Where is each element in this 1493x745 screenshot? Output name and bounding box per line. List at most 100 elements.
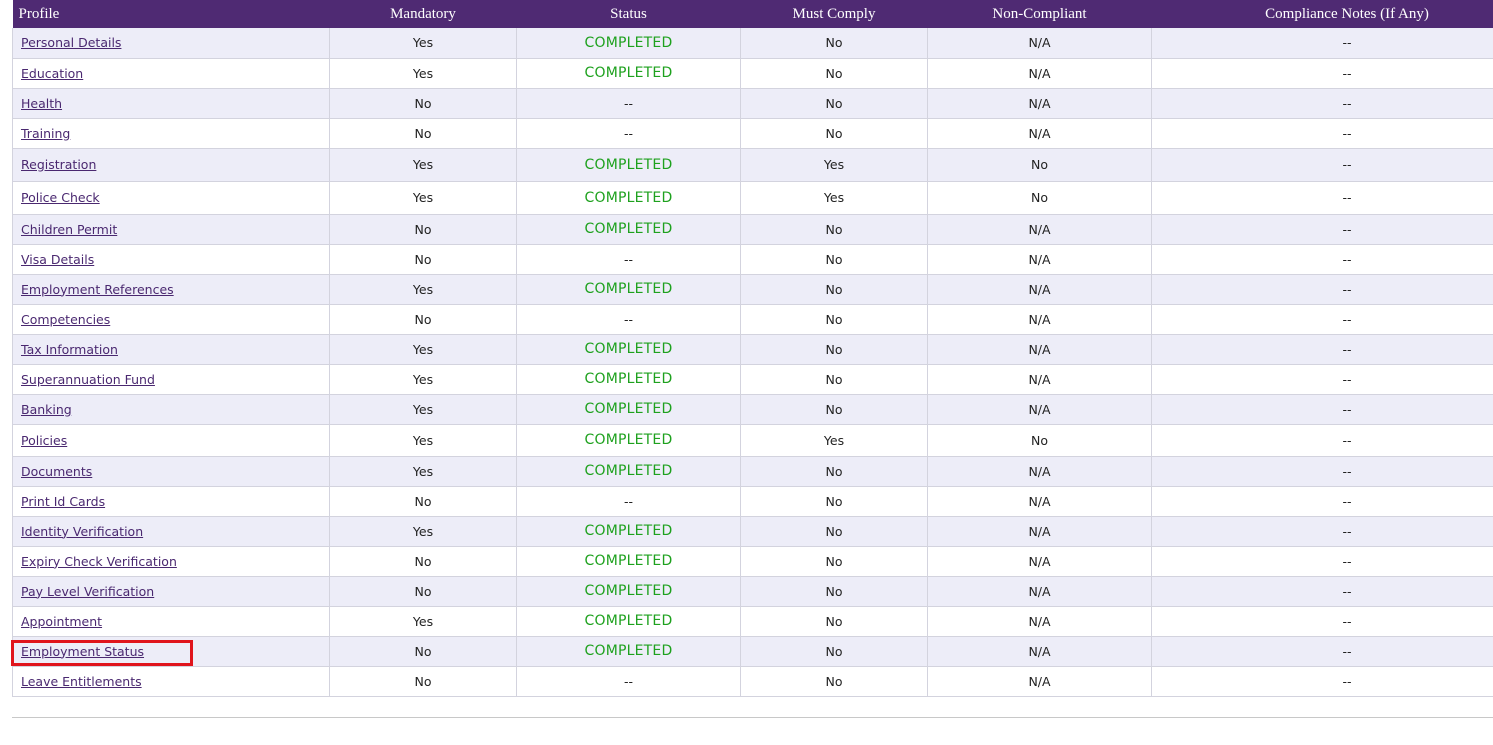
profile-link[interactable]: Tax Information [21, 342, 118, 357]
table-row: Visa Details No -- No N/A -- [12, 244, 1493, 275]
profile-link[interactable]: Documents [21, 464, 92, 479]
cell-must-comply: No [740, 636, 928, 667]
profile-link[interactable]: Employment References [21, 282, 174, 297]
header-non-compliant[interactable]: Non-Compliant [927, 0, 1152, 28]
cell-must-comply: No [740, 456, 928, 487]
cell-must-comply-value: No [825, 673, 843, 689]
profile-link[interactable]: Banking [21, 402, 72, 417]
cell-must-comply-value: No [825, 251, 843, 267]
cell-non-compliant: No [927, 424, 1152, 457]
profile-link[interactable]: Print Id Cards [21, 494, 105, 509]
cell-profile: Pay Level Verification [12, 576, 330, 607]
cell-compliance-notes: -- [1151, 666, 1493, 697]
cell-must-comply: No [740, 28, 928, 59]
profile-link[interactable]: Policies [21, 433, 67, 448]
cell-must-comply-value: No [825, 401, 843, 417]
cell-non-compliant: N/A [927, 304, 1152, 335]
table-row: Pay Level Verification No COMPLETED No N/A -- [12, 576, 1493, 607]
cell-profile: Banking [12, 394, 330, 425]
cell-compliance-notes-value: -- [1342, 221, 1352, 237]
profile-link[interactable]: Personal Details [21, 35, 121, 50]
profile-link[interactable]: Visa Details [21, 252, 94, 267]
cell-mandatory: Yes [329, 274, 517, 305]
cell-non-compliant: N/A [927, 666, 1152, 697]
profile-link[interactable]: Health [21, 96, 62, 111]
cell-status: COMPLETED [516, 576, 741, 607]
compliance-page: Profile Mandatory Status Must Comply Non… [0, 0, 1493, 745]
profile-link[interactable]: Registration [21, 157, 96, 172]
cell-compliance-notes-value: -- [1342, 613, 1352, 629]
cell-compliance-notes-value: -- [1342, 95, 1352, 111]
cell-compliance-notes: -- [1151, 606, 1493, 637]
cell-mandatory: Yes [329, 424, 517, 457]
cell-non-compliant: N/A [927, 118, 1152, 149]
cell-compliance-notes-value: -- [1342, 157, 1352, 172]
profile-link[interactable]: Appointment [21, 614, 102, 629]
cell-compliance-notes-value: -- [1342, 553, 1352, 569]
cell-non-compliant-value: N/A [1028, 281, 1051, 297]
cell-must-comply-value: No [825, 125, 843, 141]
cell-must-comply: No [740, 576, 928, 607]
table-row: Tax Information Yes COMPLETED No N/A -- [12, 334, 1493, 365]
divider [12, 717, 1493, 718]
profile-link[interactable]: Employment Status [21, 644, 144, 659]
cell-must-comply-value: No [825, 281, 843, 297]
cell-must-comply-value: No [825, 463, 843, 479]
profile-link[interactable]: Training [21, 126, 70, 141]
cell-status-value: COMPLETED [584, 463, 673, 479]
cell-must-comply: Yes [740, 424, 928, 457]
cell-compliance-notes-value: -- [1342, 432, 1352, 448]
cell-mandatory: Yes [329, 606, 517, 637]
cell-non-compliant-value: No [1031, 432, 1048, 448]
header-status[interactable]: Status [516, 0, 741, 28]
cell-must-comply: Yes [740, 148, 928, 182]
cell-status-value: -- [623, 95, 634, 111]
cell-compliance-notes: -- [1151, 304, 1493, 335]
cell-compliance-notes: -- [1151, 214, 1493, 245]
cell-must-comply-value: No [825, 371, 843, 387]
profile-link[interactable]: Police Check [21, 190, 100, 205]
profile-link[interactable]: Education [21, 66, 83, 81]
table-row: Health No -- No N/A -- [12, 88, 1493, 119]
cell-non-compliant: N/A [927, 576, 1152, 607]
profile-link[interactable]: Expiry Check Verification [21, 554, 177, 569]
cell-status-value: COMPLETED [584, 643, 673, 659]
cell-non-compliant-value: N/A [1028, 553, 1051, 569]
cell-mandatory-value: Yes [412, 157, 434, 172]
profile-link[interactable]: Pay Level Verification [21, 584, 154, 599]
cell-compliance-notes: -- [1151, 148, 1493, 182]
cell-compliance-notes-value: -- [1342, 125, 1352, 141]
cell-must-comply-value: No [825, 523, 843, 539]
cell-status-value: -- [623, 251, 634, 267]
cell-mandatory-value: Yes [412, 341, 434, 357]
profile-link[interactable]: Competencies [21, 312, 110, 327]
cell-non-compliant: N/A [927, 394, 1152, 425]
profile-link[interactable]: Identity Verification [21, 524, 143, 539]
header-must-comply[interactable]: Must Comply [740, 0, 928, 28]
table-row: Personal Details Yes COMPLETED No N/A -- [12, 28, 1493, 59]
cell-mandatory: No [329, 118, 517, 149]
profile-link[interactable]: Leave Entitlements [21, 674, 142, 689]
profile-link[interactable]: Children Permit [21, 222, 117, 237]
cell-status-value: -- [623, 311, 634, 327]
header-compliance-notes[interactable]: Compliance Notes (If Any) [1151, 0, 1493, 28]
cell-must-comply: No [740, 274, 928, 305]
cell-mandatory-value: No [414, 553, 432, 569]
profile-link[interactable]: Superannuation Fund [21, 372, 155, 387]
cell-profile: Personal Details [12, 28, 330, 59]
cell-non-compliant-value: N/A [1028, 613, 1051, 629]
cell-status: COMPLETED [516, 636, 741, 667]
cell-non-compliant: N/A [927, 606, 1152, 637]
cell-status: COMPLETED [516, 394, 741, 425]
header-profile[interactable]: Profile [12, 0, 330, 28]
header-mandatory[interactable]: Mandatory [329, 0, 517, 28]
cell-status: COMPLETED [516, 456, 741, 487]
cell-compliance-notes: -- [1151, 486, 1493, 517]
cell-compliance-notes: -- [1151, 118, 1493, 149]
cell-status: -- [516, 88, 741, 119]
cell-compliance-notes: -- [1151, 274, 1493, 305]
cell-must-comply: No [740, 394, 928, 425]
cell-mandatory: No [329, 576, 517, 607]
cell-must-comply: No [740, 606, 928, 637]
cell-status-value: COMPLETED [584, 583, 673, 599]
